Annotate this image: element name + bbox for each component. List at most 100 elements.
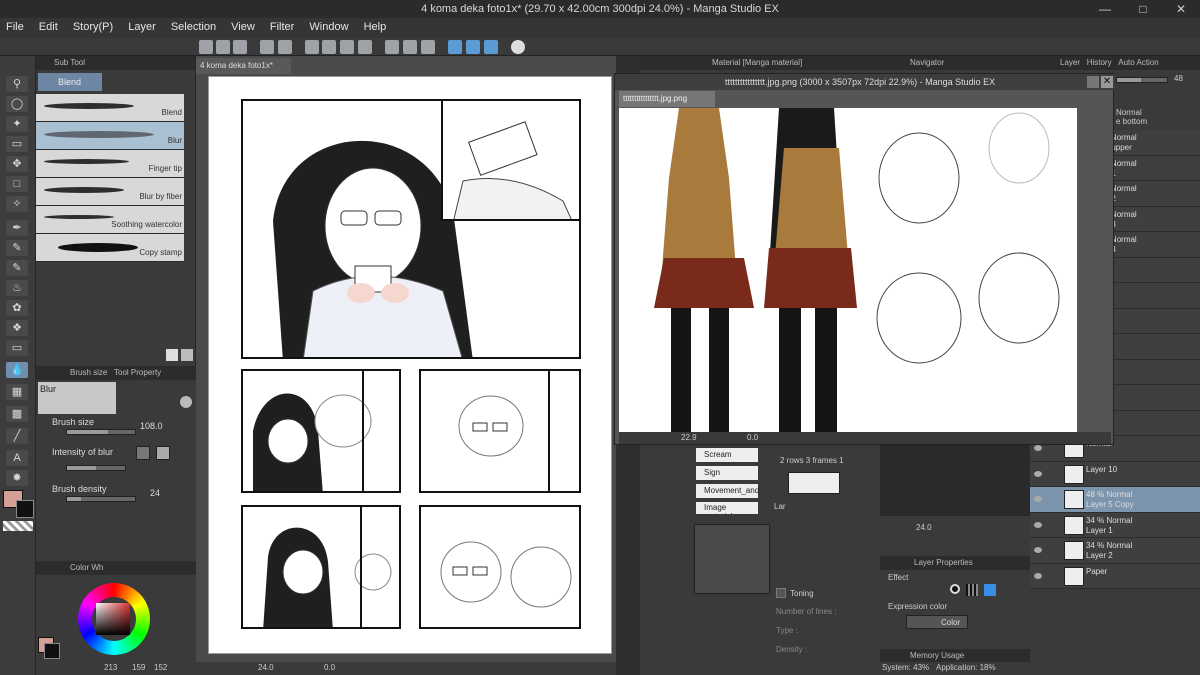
document-tab[interactable]: 4 koma deka foto1x* bbox=[196, 58, 291, 74]
eye-icon[interactable] bbox=[1034, 572, 1042, 579]
doc-rotate-value[interactable]: 0.0 bbox=[324, 663, 335, 672]
snap-special-ruler-icon[interactable] bbox=[403, 40, 417, 54]
brush-soothing-watercolor[interactable]: Soothing watercolor bbox=[36, 206, 184, 234]
save-icon[interactable] bbox=[233, 40, 247, 54]
color-square[interactable] bbox=[96, 603, 130, 635]
layer-row[interactable]: Paper bbox=[1030, 563, 1200, 589]
brush-size-value[interactable]: 108.0 bbox=[140, 421, 163, 431]
brush-copy-stamp[interactable]: Copy stamp bbox=[36, 234, 184, 262]
redo-icon[interactable] bbox=[278, 40, 292, 54]
sub-color-swatch[interactable] bbox=[16, 500, 34, 518]
undo-icon[interactable] bbox=[260, 40, 274, 54]
reference-canvas[interactable] bbox=[619, 108, 1077, 432]
menu-edit[interactable]: Edit bbox=[33, 18, 64, 36]
material-size-select[interactable]: Lar bbox=[774, 502, 786, 511]
move-tool-icon[interactable]: ✥ bbox=[6, 156, 28, 172]
pen-tool-icon[interactable]: ✒ bbox=[6, 220, 28, 236]
layer-opacity-slider[interactable] bbox=[1116, 77, 1168, 83]
fill-icon[interactable] bbox=[322, 40, 336, 54]
brush-blur[interactable]: Blur bbox=[36, 122, 184, 150]
wrench-icon[interactable] bbox=[180, 396, 192, 408]
layer-row[interactable]: Layer 10 bbox=[1030, 461, 1200, 487]
lasso-tool-icon[interactable]: ◯ bbox=[6, 96, 28, 112]
sub-tool-group-tab[interactable]: Blend bbox=[38, 73, 102, 91]
intensity-pressure-icon[interactable] bbox=[136, 446, 150, 460]
brush-size-slider[interactable] bbox=[66, 429, 136, 435]
perspective-icon[interactable] bbox=[448, 40, 462, 54]
angle-icon[interactable] bbox=[466, 40, 480, 54]
brush-blend[interactable]: Blend bbox=[36, 94, 184, 122]
doc-zoom-value[interactable]: 24.0 bbox=[258, 663, 274, 672]
minimize-icon[interactable]: — bbox=[1086, 0, 1124, 18]
ref-rotate-value[interactable]: 0.0 bbox=[747, 433, 758, 442]
eye-icon[interactable] bbox=[1034, 470, 1042, 477]
intensity-mode-icon[interactable] bbox=[156, 446, 170, 460]
blend-mode-select[interactable]: Normal bbox=[1116, 108, 1142, 117]
line-tool-icon[interactable]: ╱ bbox=[6, 428, 28, 444]
snap-grid-icon[interactable] bbox=[421, 40, 435, 54]
material-item-image[interactable]: Image material bbox=[696, 502, 758, 514]
crop-icon[interactable] bbox=[358, 40, 372, 54]
help-icon[interactable] bbox=[511, 40, 525, 54]
open-icon[interactable] bbox=[216, 40, 230, 54]
clear-icon[interactable] bbox=[340, 40, 354, 54]
brush-tool-icon[interactable]: ✎ bbox=[6, 260, 28, 276]
new-sub-tool-icon[interactable] bbox=[166, 349, 178, 361]
transparent-color-swatch[interactable] bbox=[3, 521, 33, 531]
sub-color-chip[interactable] bbox=[44, 643, 60, 659]
gradient-tool-icon[interactable]: ▩ bbox=[6, 406, 28, 422]
layer-row[interactable]: 34 % Normal Layer 2 bbox=[1030, 538, 1200, 564]
close-icon[interactable]: ✕ bbox=[1162, 0, 1200, 18]
eye-icon[interactable] bbox=[1034, 547, 1042, 553]
layer-row[interactable]: 48 % Normal Layer 5 Copy bbox=[1030, 487, 1200, 513]
reference-image-window[interactable]: tttttttttttttttt.jpg.png (3000 x 3507px … bbox=[614, 73, 1115, 445]
menu-window[interactable]: Window bbox=[303, 18, 354, 36]
tab-layer[interactable]: Layer bbox=[1060, 58, 1080, 67]
menu-layer[interactable]: Layer bbox=[122, 18, 162, 36]
new-icon[interactable] bbox=[199, 40, 213, 54]
menu-filter[interactable]: Filter bbox=[264, 18, 300, 36]
density-slider[interactable] bbox=[66, 496, 136, 502]
nav-zoom-value[interactable]: 24.0 bbox=[916, 523, 932, 532]
eye-icon[interactable] bbox=[1034, 445, 1042, 451]
toning-checkbox[interactable] bbox=[776, 588, 786, 598]
menu-story[interactable]: Story(P) bbox=[67, 18, 119, 36]
eraser-tool-icon[interactable]: ▭ bbox=[6, 136, 28, 152]
material-item-scream[interactable]: Scream bbox=[696, 448, 758, 462]
tab-brush-size[interactable]: Brush size bbox=[70, 368, 107, 377]
menu-view[interactable]: View bbox=[225, 18, 261, 36]
balloon-tool-icon[interactable]: ✸ bbox=[6, 470, 28, 486]
maximize-icon[interactable]: □ bbox=[1124, 0, 1162, 18]
symmetry-tool-icon[interactable]: ❖ bbox=[6, 320, 28, 336]
zoom-tool-icon[interactable]: ⚲ bbox=[6, 76, 28, 92]
snap-ruler-icon[interactable] bbox=[385, 40, 399, 54]
ref-close-icon[interactable]: ✕ bbox=[1101, 76, 1113, 88]
density-value[interactable]: 24 bbox=[150, 488, 160, 498]
expression-color-select[interactable]: Color bbox=[906, 615, 968, 629]
ref-minimize-icon[interactable] bbox=[1087, 76, 1099, 88]
brush-finger-tip[interactable]: Finger tip bbox=[36, 150, 184, 178]
fill-tool-icon[interactable]: ▦ bbox=[6, 384, 28, 400]
decoration-tool-icon[interactable]: ✿ bbox=[6, 300, 28, 316]
ref-zoom-value[interactable]: 22.9 bbox=[681, 433, 697, 442]
manga-page-canvas[interactable] bbox=[208, 76, 612, 654]
auto-select-tool-icon[interactable]: ✧ bbox=[6, 196, 28, 212]
pencil-tool-icon[interactable]: ✎ bbox=[6, 240, 28, 256]
border-effect-icon[interactable] bbox=[950, 584, 960, 594]
airbrush-tool-icon[interactable]: ♨ bbox=[6, 280, 28, 296]
brush-blur-by-fiber[interactable]: Blur by fiber bbox=[36, 178, 184, 206]
tab-history[interactable]: History bbox=[1087, 58, 1112, 67]
intensity-slider[interactable] bbox=[66, 465, 126, 471]
delete-sub-tool-icon[interactable] bbox=[181, 349, 193, 361]
blend-tool-icon[interactable]: 💧 bbox=[6, 362, 28, 378]
layer-opacity-value[interactable]: 48 bbox=[1174, 74, 1183, 83]
material-item-sign[interactable]: Sign bbox=[696, 466, 758, 480]
magic-wand-tool-icon[interactable]: ✦ bbox=[6, 116, 28, 132]
eye-icon[interactable] bbox=[1034, 521, 1042, 528]
menu-help[interactable]: Help bbox=[358, 18, 393, 36]
transform-icon[interactable] bbox=[305, 40, 319, 54]
color-effect-icon[interactable] bbox=[984, 584, 996, 596]
tab-auto-action[interactable]: Auto Action bbox=[1118, 58, 1158, 67]
material-item-movement[interactable]: Movement_and bbox=[696, 484, 759, 498]
menu-selection[interactable]: Selection bbox=[165, 18, 222, 36]
